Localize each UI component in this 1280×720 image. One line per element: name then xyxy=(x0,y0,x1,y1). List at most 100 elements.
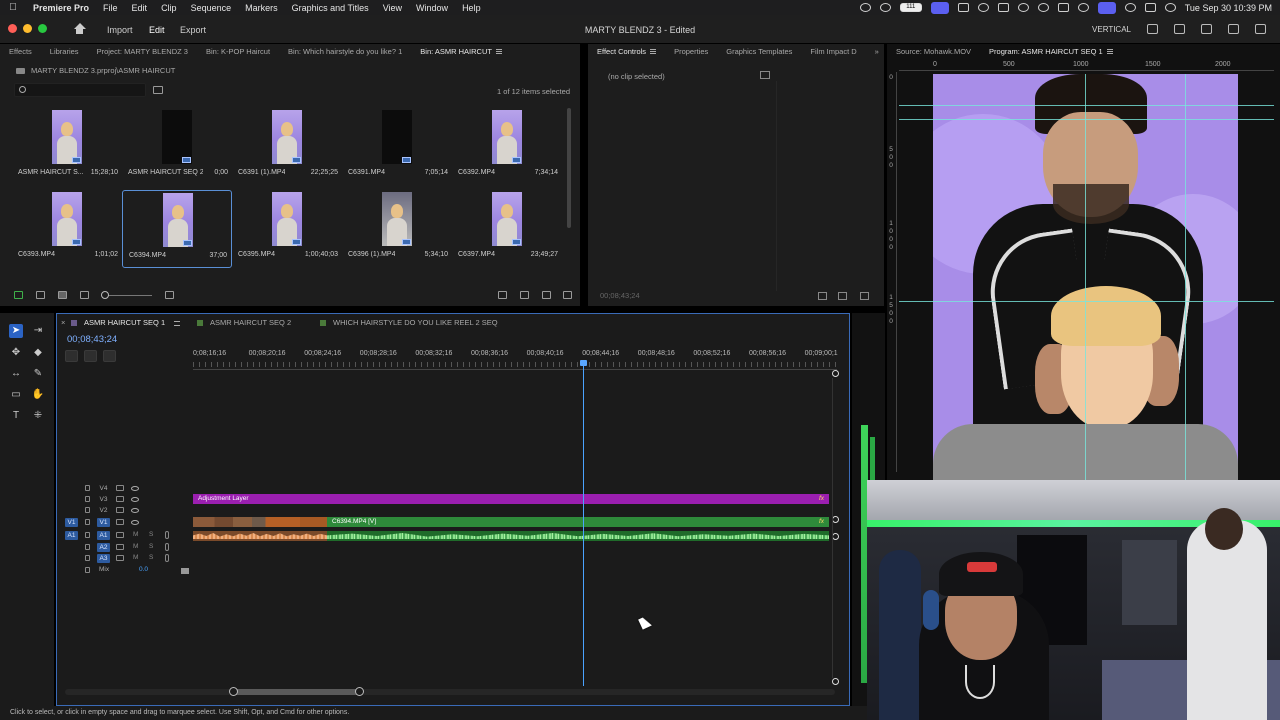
bin-clip-item[interactable]: C6394.MP4 37;00 xyxy=(122,190,232,268)
video-clip-group[interactable] xyxy=(193,517,327,527)
play-icon[interactable] xyxy=(1037,3,1049,12)
zoom-window-button[interactable] xyxy=(38,24,47,33)
bin-clip-item[interactable]: C6395.MP4 1;00;40;03 xyxy=(232,190,342,268)
tab-bin-asmr[interactable]: Bin: ASMR HAIRCUT xyxy=(411,47,511,56)
menu-view[interactable]: View xyxy=(376,3,409,13)
track-select-tool-icon[interactable]: ⇥ xyxy=(31,324,45,338)
home-icon[interactable] xyxy=(73,23,86,35)
workspace-mode-label[interactable]: VERTICAL xyxy=(1092,25,1131,34)
sync-lock-icon[interactable] xyxy=(116,555,124,561)
bin-clip-item[interactable]: C6391.MP4 7;05;14 xyxy=(342,108,452,186)
battery-icon[interactable]: 111 xyxy=(899,3,922,12)
minimize-window-button[interactable] xyxy=(23,24,32,33)
nest-icon[interactable] xyxy=(65,350,78,362)
ripple-edit-tool-icon[interactable]: ✥ xyxy=(9,346,23,360)
zoom-handle-right[interactable] xyxy=(355,687,364,696)
freeform-view-icon[interactable] xyxy=(80,291,89,299)
clip-thumbnail[interactable] xyxy=(382,110,412,164)
clip-thumbnail[interactable] xyxy=(272,110,302,164)
menu-markers[interactable]: Markers xyxy=(238,3,285,13)
new-bin-icon[interactable] xyxy=(520,291,529,299)
audio-clip-group[interactable] xyxy=(193,531,327,541)
audio-icon[interactable] xyxy=(1017,3,1029,12)
vertical-zoom-top-handle[interactable] xyxy=(832,370,839,377)
lock-icon[interactable] xyxy=(85,555,90,561)
automate-sequence-icon[interactable] xyxy=(498,291,507,299)
icon-view-icon[interactable] xyxy=(58,291,67,299)
solo-button[interactable]: S xyxy=(149,543,153,550)
bin-search-input[interactable] xyxy=(14,83,146,97)
sync-lock-icon[interactable] xyxy=(116,496,124,502)
menu-clip[interactable]: Clip xyxy=(154,3,184,13)
menu-sequence[interactable]: Sequence xyxy=(184,3,239,13)
write-on-icon[interactable] xyxy=(14,291,23,299)
type-tool-icon[interactable]: T xyxy=(9,409,23,423)
sync-lock-icon[interactable] xyxy=(116,485,124,491)
loop-icon[interactable] xyxy=(860,292,869,300)
vertical-zoom-bottom-handle[interactable] xyxy=(832,678,839,685)
eye-icon[interactable] xyxy=(131,508,139,513)
timeline-settings-icon[interactable] xyxy=(141,350,154,362)
tab-project[interactable]: Project: MARTY BLENDZ 3 xyxy=(88,47,197,56)
mix-jump-icon[interactable] xyxy=(181,568,189,574)
audio-clip-c6394[interactable] xyxy=(327,531,829,541)
sync-lock-icon[interactable] xyxy=(116,544,124,550)
guide-line[interactable] xyxy=(899,119,1274,120)
tab-bin-hairstyle[interactable]: Bin: Which hairstyle do you like? 1 xyxy=(279,47,411,56)
track-name-a2[interactable]: A2 xyxy=(97,543,110,552)
microphone-icon[interactable] xyxy=(165,554,169,562)
clip-thumbnail[interactable] xyxy=(162,110,192,164)
clip-thumbnail[interactable] xyxy=(52,192,82,246)
tab-export[interactable]: Export xyxy=(180,25,206,35)
playhead-timecode[interactable]: 00;08;43;24 xyxy=(67,334,117,345)
menu-edit[interactable]: Edit xyxy=(125,3,155,13)
eye-icon[interactable] xyxy=(131,520,139,525)
eye-icon[interactable] xyxy=(131,486,139,491)
track-name-v4[interactable]: V4 xyxy=(97,484,110,493)
sequence-tab-2[interactable]: ASMR HAIRCUT SEQ 2 xyxy=(197,318,291,327)
eye-icon[interactable] xyxy=(131,497,139,502)
tabs-overflow-icon[interactable]: » xyxy=(866,47,888,56)
timeline-scroll-thumb[interactable] xyxy=(233,689,359,695)
thumbnail-zoom-track[interactable] xyxy=(108,295,152,296)
panel-menu-icon[interactable] xyxy=(1106,49,1113,55)
microphone-icon[interactable] xyxy=(165,531,169,539)
apple-menu-icon[interactable]:  xyxy=(0,2,26,13)
tab-graphics-templates[interactable]: Graphics Templates xyxy=(717,47,801,56)
bluetooth-icon[interactable] xyxy=(977,3,989,12)
lock-icon[interactable] xyxy=(85,507,90,513)
lock-icon[interactable] xyxy=(85,485,90,491)
guide-line[interactable] xyxy=(1185,74,1186,480)
tab-bin-kpop[interactable]: Bin: K-POP Haircut xyxy=(197,47,279,56)
new-item-icon[interactable] xyxy=(542,291,551,299)
mute-button[interactable]: M xyxy=(133,543,138,550)
clip-thumbnail[interactable] xyxy=(272,192,302,246)
sync-lock-icon[interactable] xyxy=(116,519,124,525)
stage-manager-icon[interactable] xyxy=(1097,1,1116,14)
sort-icon[interactable] xyxy=(165,291,174,299)
microphone-icon[interactable] xyxy=(165,543,169,551)
guide-line[interactable] xyxy=(899,301,1274,302)
clipboard-icon[interactable] xyxy=(997,3,1009,12)
tab-source[interactable]: Source: Mohawk.MOV xyxy=(887,47,980,56)
new-search-bin-icon[interactable] xyxy=(153,86,163,94)
wifi-icon[interactable] xyxy=(1077,3,1089,12)
sequence-tab-3[interactable]: WHICH HAIRSTYLE DO YOU LIKE REEL 2 SEQ xyxy=(320,318,498,327)
hand-tool-icon[interactable]: ✋ xyxy=(31,388,45,402)
toggle-timeline-icon[interactable] xyxy=(760,71,770,79)
thumbnail-zoom-handle[interactable] xyxy=(101,291,109,299)
menu-window[interactable]: Window xyxy=(409,3,455,13)
track-divider-handle[interactable] xyxy=(832,533,839,540)
menu-app[interactable]: Premiere Pro xyxy=(26,3,96,13)
filter-icon[interactable] xyxy=(818,292,827,300)
progress-icon[interactable] xyxy=(1228,24,1239,34)
track-name-a3[interactable]: A3 xyxy=(97,554,110,563)
display-icon[interactable] xyxy=(957,3,969,12)
bin-clip-item[interactable]: C6391 (1).MP4 22;25;25 xyxy=(232,108,342,186)
panel-menu-icon[interactable] xyxy=(495,49,502,55)
work-area-bar[interactable] xyxy=(193,369,837,370)
clip-thumbnail[interactable] xyxy=(492,110,522,164)
rectangle-tool-icon[interactable]: ▭ xyxy=(9,388,23,402)
tab-effect-controls[interactable]: Effect Controls xyxy=(588,47,665,56)
clip-thumbnail[interactable] xyxy=(163,193,193,247)
